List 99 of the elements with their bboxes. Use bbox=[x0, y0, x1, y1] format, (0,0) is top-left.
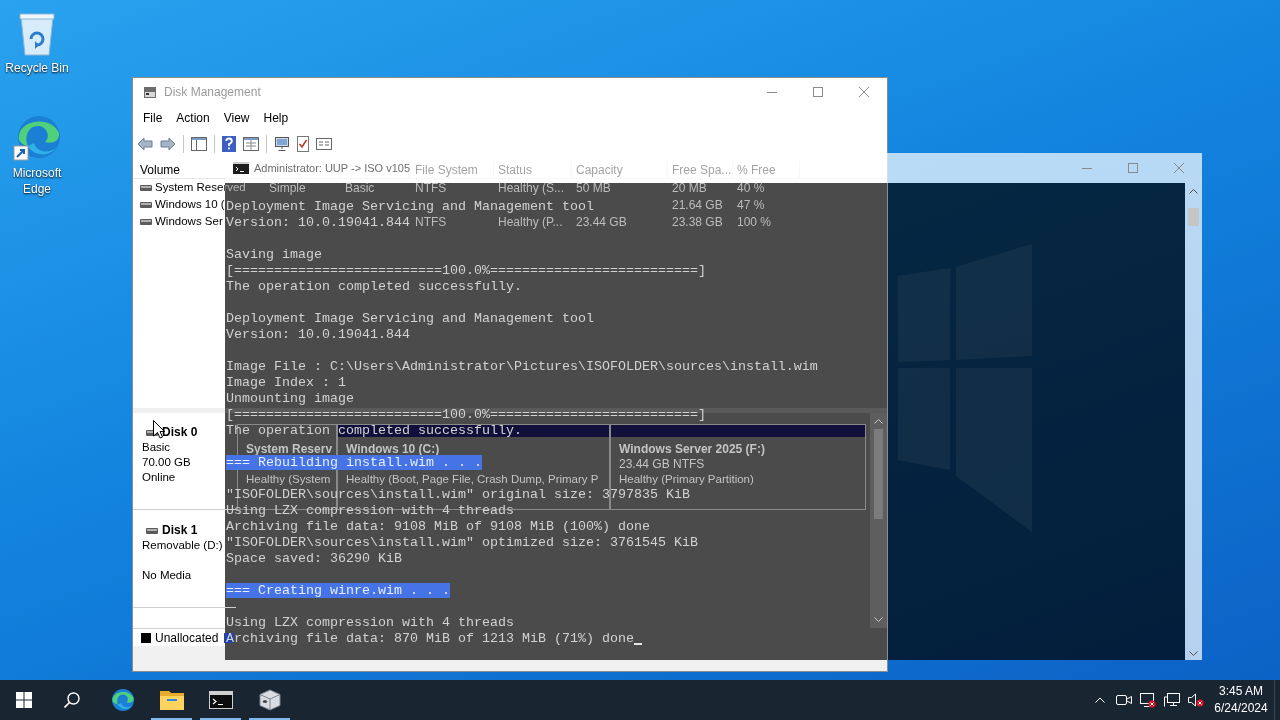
disk-status: No Media bbox=[142, 569, 192, 581]
disk-name: Disk 1 bbox=[162, 523, 198, 538]
console-line: Saving image bbox=[226, 247, 322, 262]
search-icon bbox=[64, 692, 80, 708]
disk-type: Removable (D:) bbox=[142, 539, 223, 551]
console-line: Space saved: 36290 KiB bbox=[226, 551, 402, 566]
table-cell-text: Healthy (P... bbox=[498, 213, 563, 231]
table-cell-text: Simple bbox=[269, 179, 306, 197]
disk-drive-icon bbox=[140, 184, 152, 191]
console-line: Using LZX compression with 4 threads bbox=[226, 503, 514, 518]
disk-drive-icon bbox=[140, 201, 152, 208]
monitor-warning-icon[interactable] bbox=[1140, 692, 1156, 708]
console-line: "ISOFOLDER\sources\install.wim" optimized size: 3761545 KiB bbox=[226, 535, 698, 550]
forward-arrow-icon[interactable] bbox=[160, 137, 176, 151]
monitor-icon[interactable] bbox=[274, 137, 290, 151]
table-cell-text: 23.44 GB bbox=[576, 213, 627, 231]
minimize-icon bbox=[767, 91, 777, 93]
console-line: [==========================100.0%==========================] bbox=[226, 407, 706, 422]
column-header[interactable]: Capacity bbox=[576, 160, 623, 179]
console-line: The operation completed successfully. bbox=[226, 423, 522, 438]
column-header[interactable]: File System bbox=[415, 160, 478, 179]
scrollbar[interactable] bbox=[870, 413, 887, 628]
panel-icon[interactable] bbox=[191, 137, 207, 151]
console-line: Image Index : 1 bbox=[226, 375, 346, 390]
table-cell-text: Basic bbox=[345, 179, 375, 197]
partition-size: 23.44 GB NTFS bbox=[619, 457, 705, 471]
disk-type: Basic bbox=[142, 441, 171, 453]
video-camera-icon[interactable] bbox=[1116, 694, 1132, 706]
partition-name[interactable]: Windows 10 (C:) bbox=[346, 442, 440, 456]
disk-status: Online bbox=[142, 471, 176, 483]
edge-icon bbox=[110, 688, 135, 712]
details-window-icon[interactable] bbox=[316, 138, 332, 150]
close-icon bbox=[1174, 163, 1184, 173]
table-cell-text: NTFS bbox=[415, 213, 447, 231]
scrollbar-thumb[interactable] bbox=[1188, 208, 1199, 226]
table-cell-text: 40 % bbox=[737, 179, 765, 197]
console-line: [==========================100.0%==========================] bbox=[226, 263, 706, 278]
legend-label: Unallocated bbox=[155, 629, 219, 647]
package-icon bbox=[258, 689, 281, 711]
console-line: Deployment Image Servicing and Management tool bbox=[226, 199, 594, 214]
table-cell-text: NTFS bbox=[415, 179, 447, 197]
folder-icon bbox=[159, 690, 184, 710]
console-line: Version: 10.0.19041.844 bbox=[226, 215, 410, 230]
column-header[interactable]: Status bbox=[498, 160, 533, 179]
column-header[interactable]: Free Spa... bbox=[672, 160, 732, 179]
disk-drive-icon bbox=[140, 218, 152, 225]
window-title: Administrator: UUP -> ISO v105 bbox=[254, 160, 410, 176]
column-header[interactable]: Volume bbox=[140, 160, 181, 179]
scrollbar-thumb[interactable] bbox=[874, 429, 883, 519]
column-header[interactable]: % Free bbox=[737, 160, 776, 179]
table-cell-text: 100 % bbox=[737, 213, 772, 231]
console-line: Using LZX compression with 4 threads bbox=[226, 615, 514, 630]
desktop-shortcut[interactable]: Microsoft Edge bbox=[0, 113, 74, 197]
window-title: Disk Management bbox=[164, 84, 261, 101]
network-icon[interactable] bbox=[1164, 693, 1180, 707]
checklist-icon[interactable] bbox=[297, 136, 309, 152]
partition-status: Healthy (System bbox=[246, 473, 331, 485]
partition-name[interactable]: System Reserv bbox=[246, 442, 333, 456]
disk-name: Disk 0 bbox=[162, 425, 198, 440]
console-line: The operation completed successfully. bbox=[226, 279, 522, 294]
console-line: Image File : C:\Users\Administrator\Pictures\ISOFOLDER\sources\install.wim bbox=[226, 359, 818, 374]
back-arrow-icon[interactable] bbox=[137, 137, 153, 151]
disk-drive-icon bbox=[146, 527, 158, 534]
windows-logo-icon bbox=[16, 692, 32, 708]
partition-name[interactable]: Windows Server 2025 (F:) bbox=[619, 442, 765, 456]
console-line: Archiving file data: 9108 MiB of 9108 MiB (100%) done bbox=[226, 519, 650, 534]
edge-shortcut-icon bbox=[13, 113, 61, 161]
menu-item[interactable]: Action bbox=[169, 106, 217, 130]
chevron-down-icon[interactable] bbox=[1189, 651, 1198, 656]
console-line: Unmounting image bbox=[226, 391, 354, 406]
menu-item[interactable]: File bbox=[136, 106, 170, 130]
partition-status: Healthy (Primary Partition) bbox=[619, 473, 754, 485]
speaker-muted-icon[interactable] bbox=[1188, 693, 1204, 707]
console-line: "ISOFOLDER\sources\install.wim" original size: 3797835 KiB bbox=[226, 487, 690, 502]
console-line: Version: 10.0.19041.844 bbox=[226, 327, 410, 342]
taskbar-clock[interactable]: 3:45 AM 6/24/2024 bbox=[1208, 683, 1274, 717]
table-cell-text: 47 % bbox=[737, 196, 765, 214]
help-icon[interactable] bbox=[222, 136, 236, 152]
disk-management-icon bbox=[143, 86, 157, 98]
minimize-icon bbox=[1082, 167, 1092, 169]
terminal-icon bbox=[233, 162, 249, 174]
disk-size: 70.00 GB bbox=[142, 456, 191, 468]
menu-item[interactable]: View bbox=[216, 106, 257, 130]
list-view-icon[interactable] bbox=[243, 137, 259, 151]
recycle-bin-icon bbox=[18, 10, 56, 56]
terminal-icon bbox=[208, 691, 233, 709]
partition-status: Healthy (Boot, Page File, Crash Dump, Primary P bbox=[346, 473, 599, 485]
table-cell-text: 50 MB bbox=[576, 179, 611, 197]
close-icon bbox=[859, 87, 869, 97]
table-cell-text: 23.38 GB bbox=[672, 213, 723, 231]
menu-item[interactable]: Help bbox=[256, 106, 296, 130]
table-cell-text: Healthy (S... bbox=[498, 179, 565, 197]
table-cell-text: 20 MB bbox=[672, 179, 707, 197]
scrollbar[interactable] bbox=[1185, 183, 1202, 660]
maximize-icon bbox=[813, 87, 823, 97]
desktop-shortcut[interactable]: Recycle Bin bbox=[0, 10, 74, 76]
maximize-icon bbox=[1128, 163, 1138, 173]
console-line: Deployment Image Servicing and Management tool bbox=[226, 311, 594, 326]
table-cell-text: 21.64 GB bbox=[672, 196, 723, 214]
